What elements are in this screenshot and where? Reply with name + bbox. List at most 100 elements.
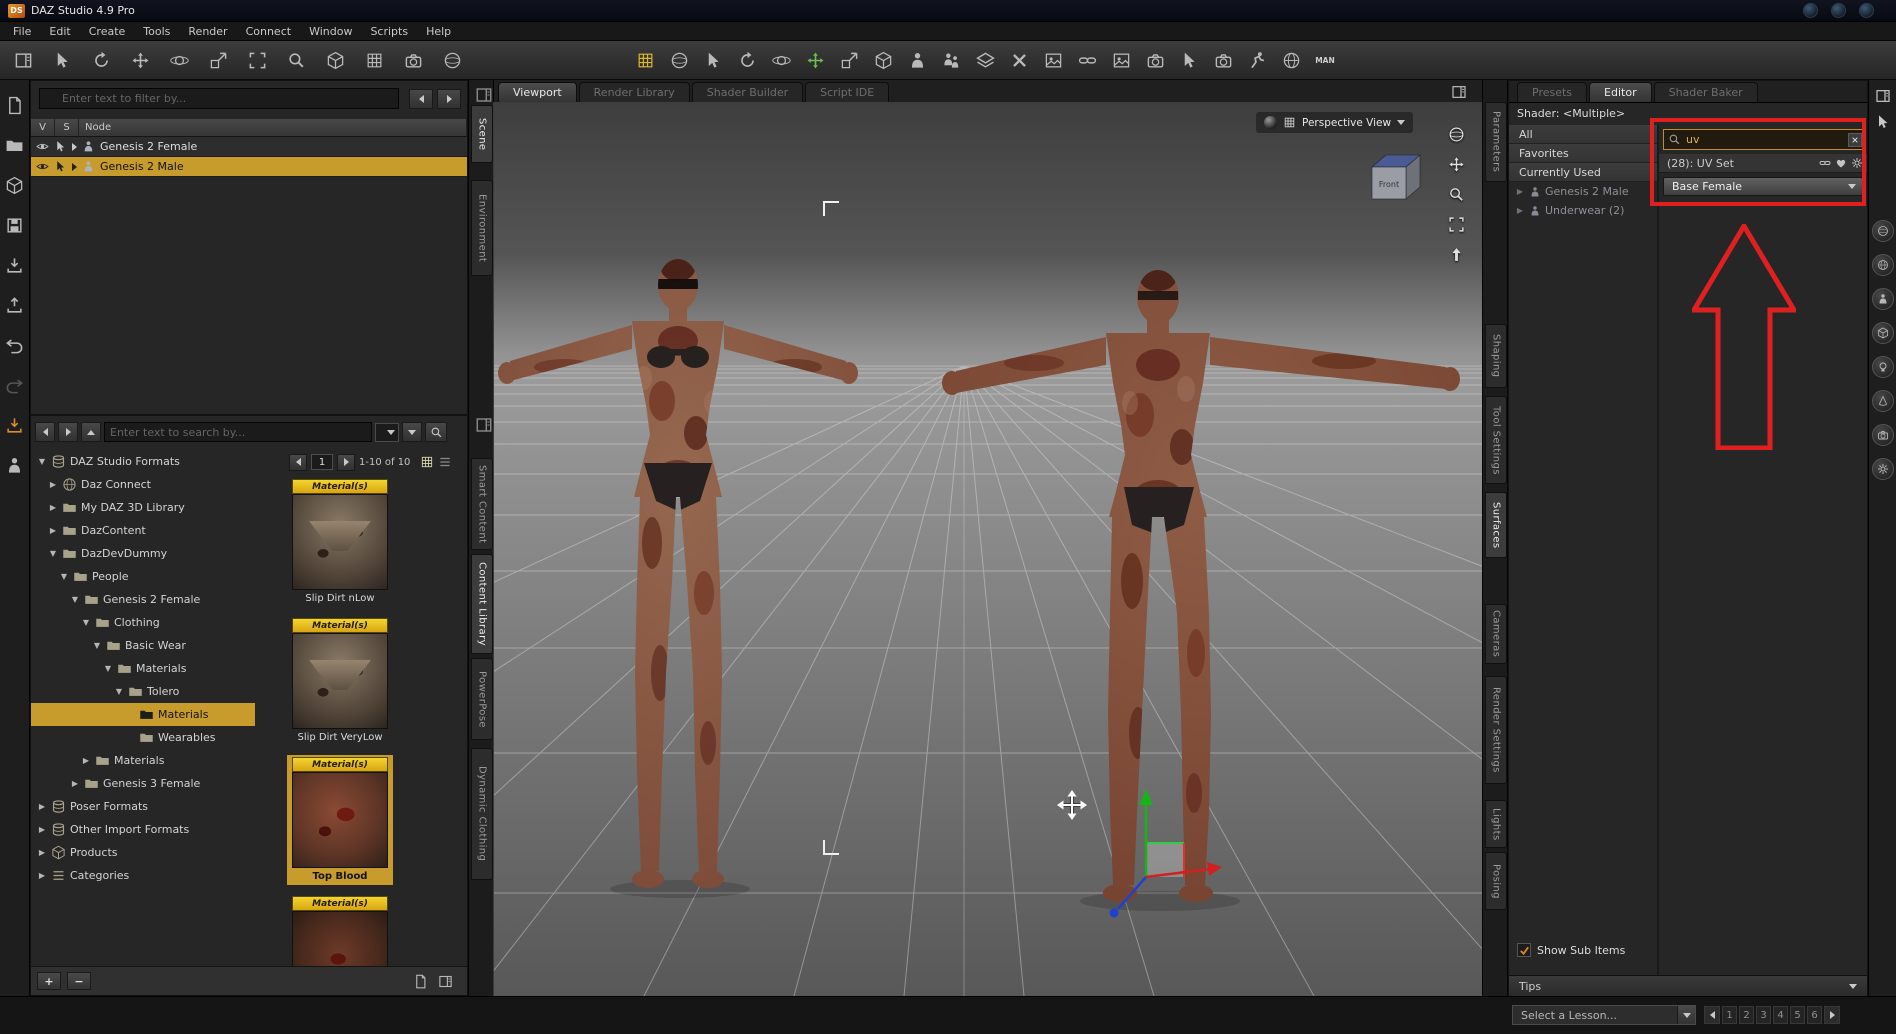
expand-arrow-icon[interactable] bbox=[72, 162, 77, 171]
tree-expand-arrow[interactable] bbox=[48, 503, 58, 512]
page-next-button[interactable] bbox=[337, 453, 355, 471]
tab-content-library[interactable]: Content Library bbox=[471, 554, 493, 654]
redo-icon[interactable] bbox=[4, 374, 26, 396]
tree-expand-arrow[interactable] bbox=[37, 825, 47, 834]
pointer-icon[interactable] bbox=[1176, 48, 1202, 74]
tree-expand-arrow[interactable] bbox=[48, 480, 58, 489]
tree-item[interactable]: Materials bbox=[31, 749, 255, 772]
settings-gear-icon[interactable] bbox=[1871, 458, 1894, 480]
tree-item[interactable]: My DAZ 3D Library bbox=[31, 496, 255, 519]
smart-sphere-icon[interactable] bbox=[666, 48, 692, 74]
orientation-cube[interactable]: Front bbox=[1371, 154, 1421, 200]
tab-shader-builder[interactable]: Shader Builder bbox=[691, 82, 804, 102]
thumbnail-image[interactable] bbox=[292, 772, 388, 868]
minimize-button[interactable] bbox=[1803, 3, 1818, 18]
thumbnail-image[interactable] bbox=[292, 911, 388, 967]
thumbnail-item[interactable]: Material(s) bbox=[287, 894, 393, 967]
reset-view-icon[interactable] bbox=[1446, 244, 1466, 264]
viewport-pane-menu-icon[interactable] bbox=[1451, 84, 1467, 100]
surface-node-row[interactable]: Genesis 2 Male bbox=[1509, 182, 1657, 201]
tree-expand-arrow[interactable] bbox=[70, 595, 80, 604]
page-prev-button[interactable] bbox=[289, 453, 307, 471]
undo-icon[interactable] bbox=[4, 334, 26, 356]
link-icon[interactable] bbox=[1074, 48, 1100, 74]
figure-icon[interactable] bbox=[904, 48, 930, 74]
visibility-eye-icon[interactable] bbox=[36, 160, 49, 173]
pane-options-icon[interactable] bbox=[438, 974, 453, 989]
pan-view-icon[interactable] bbox=[1446, 154, 1466, 174]
pane-menu-icon[interactable] bbox=[475, 86, 493, 104]
tree-item[interactable]: Products bbox=[31, 841, 255, 864]
tree-expand-arrow[interactable] bbox=[48, 549, 58, 558]
lesson-dropdown-button[interactable] bbox=[1677, 1006, 1695, 1024]
tree-expand-arrow[interactable] bbox=[37, 457, 47, 466]
cut-icon[interactable] bbox=[1006, 48, 1032, 74]
tree-expand-arrow[interactable] bbox=[37, 802, 47, 811]
tree-item[interactable]: DAZ Studio Formats bbox=[31, 450, 255, 473]
new-document-icon[interactable] bbox=[4, 94, 26, 116]
tab-parameters[interactable]: Parameters bbox=[1485, 102, 1507, 182]
menu-item[interactable]: File bbox=[4, 24, 40, 39]
puppeteer-icon[interactable] bbox=[1278, 48, 1304, 74]
maximize-button[interactable] bbox=[1831, 3, 1846, 18]
tab-render-settings[interactable]: Render Settings bbox=[1485, 676, 1507, 784]
scale-tool-icon[interactable] bbox=[205, 47, 231, 73]
tab-editor[interactable]: Editor bbox=[1589, 82, 1652, 102]
render-camera-icon[interactable] bbox=[1142, 48, 1168, 74]
show-sub-items-checkbox[interactable]: Show Sub Items bbox=[1517, 943, 1625, 957]
tab-dynamic-clothing[interactable]: Dynamic Clothing bbox=[471, 748, 493, 880]
expand-arrow-icon[interactable] bbox=[1515, 187, 1525, 196]
node-select-icon[interactable] bbox=[700, 48, 726, 74]
selection-cursor-icon[interactable] bbox=[54, 160, 67, 173]
lesson-page-number[interactable]: 2 bbox=[1739, 1006, 1754, 1024]
thumbnail-item[interactable]: Material(s) Slip Dirt nLow bbox=[287, 477, 393, 607]
close-button[interactable] bbox=[1859, 3, 1874, 18]
save-icon[interactable] bbox=[4, 214, 26, 236]
tab-cameras[interactable]: Cameras bbox=[1485, 604, 1507, 664]
zoom-view-icon[interactable] bbox=[1446, 184, 1466, 204]
tree-item[interactable]: Poser Formats bbox=[31, 795, 255, 818]
tree-expand-arrow[interactable] bbox=[92, 641, 102, 650]
download-update-icon[interactable] bbox=[4, 414, 26, 436]
viewport-3d-view[interactable]: Front bbox=[493, 102, 1483, 997]
orbit-ball-icon[interactable] bbox=[1446, 124, 1466, 144]
tab-render-library[interactable]: Render Library bbox=[578, 82, 690, 102]
page-number-box[interactable]: 1 bbox=[311, 454, 333, 470]
universal-manipulator-icon[interactable] bbox=[802, 48, 828, 74]
camera-icon[interactable] bbox=[1871, 424, 1894, 446]
surface-layers-icon[interactable] bbox=[972, 48, 998, 74]
tree-expand-arrow[interactable] bbox=[114, 687, 124, 696]
tree-expand-arrow[interactable] bbox=[59, 572, 69, 581]
tab-lights[interactable]: Lights bbox=[1485, 800, 1507, 848]
tree-expand-arrow[interactable] bbox=[81, 756, 91, 765]
tree-item[interactable]: Categories bbox=[31, 864, 255, 887]
tree-expand-arrow[interactable] bbox=[103, 664, 113, 673]
tab-script-ide[interactable]: Script IDE bbox=[805, 82, 890, 102]
panel-splitter[interactable] bbox=[1657, 125, 1659, 977]
primitive-cube-icon[interactable] bbox=[1871, 322, 1894, 344]
spot-render-icon[interactable] bbox=[1210, 48, 1236, 74]
rotate-icon[interactable] bbox=[734, 48, 760, 74]
search-options-dropdown[interactable] bbox=[402, 422, 422, 442]
camera-ball-icon[interactable] bbox=[1871, 220, 1894, 242]
tree-item[interactable]: Basic Wear bbox=[31, 634, 255, 657]
image-editor-icon[interactable] bbox=[1108, 48, 1134, 74]
package-icon[interactable] bbox=[4, 174, 26, 196]
orbit-icon[interactable] bbox=[768, 48, 794, 74]
scene-node-row[interactable]: Genesis 2 Female bbox=[31, 137, 467, 157]
tree-item[interactable]: Clothing bbox=[31, 611, 255, 634]
man-logo-icon[interactable]: MAN bbox=[1312, 48, 1338, 74]
tree-item[interactable]: DazContent bbox=[31, 519, 255, 542]
menu-item[interactable]: Help bbox=[417, 24, 460, 39]
tree-item[interactable]: Daz Connect bbox=[31, 473, 255, 496]
aim-tool-icon[interactable] bbox=[283, 47, 309, 73]
scene-ball-icon[interactable] bbox=[439, 47, 465, 73]
spotlight-cone-icon[interactable] bbox=[1871, 390, 1894, 412]
remove-button[interactable]: − bbox=[67, 972, 91, 990]
people-icon[interactable] bbox=[938, 48, 964, 74]
menu-item[interactable]: Edit bbox=[40, 24, 79, 39]
tab-scene[interactable]: Scene bbox=[471, 105, 493, 163]
menu-item[interactable]: Render bbox=[179, 24, 236, 39]
tree-expand-arrow[interactable] bbox=[81, 618, 91, 627]
tree-expand-arrow[interactable] bbox=[37, 848, 47, 857]
